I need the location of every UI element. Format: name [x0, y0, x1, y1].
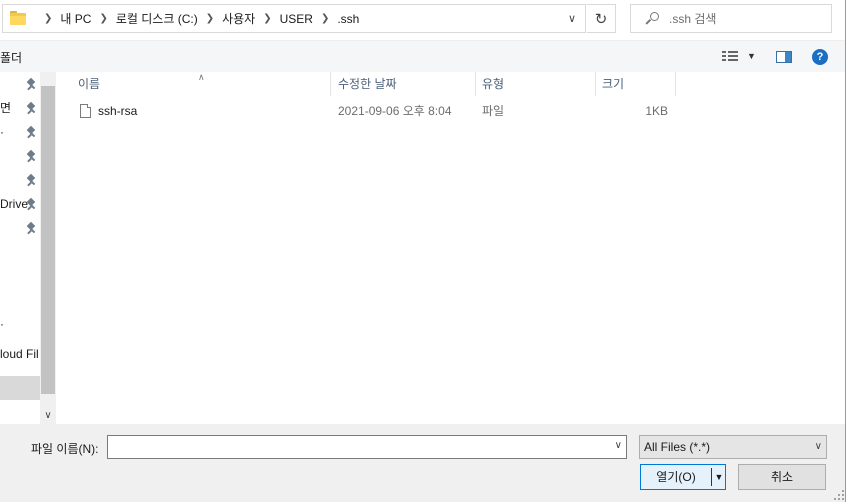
- column-header-modified[interactable]: 수정한 날짜: [332, 72, 476, 96]
- filename-label: 파일 이름(N):: [31, 442, 99, 456]
- chevron-right-icon[interactable]: ❯: [99, 13, 107, 24]
- pin-icon: [26, 221, 36, 235]
- toolbar: 폴더 ▼ ?: [0, 40, 846, 72]
- view-dropdown-icon[interactable]: ▼: [747, 51, 756, 61]
- file-list: 이름 ∧ 수정한 날짜 유형 크기 ssh-rsa 2021-09-06 오후 …: [56, 72, 846, 424]
- help-icon[interactable]: ?: [812, 49, 828, 65]
- file-icon: [80, 104, 91, 118]
- file-modified: 2021-09-06 오후 8:04: [338, 104, 452, 118]
- address-bar[interactable]: ❯ 내 PC ❯ 로컬 디스크 (C:) ❯ 사용자 ❯ USER ❯ .ssh…: [2, 4, 586, 33]
- nav-scrollbar-thumb[interactable]: [41, 86, 55, 394]
- pin-icon: [26, 101, 36, 115]
- file-name: ssh-rsa: [98, 104, 138, 118]
- nav-item-cloud-files[interactable]: loud Fil: [0, 342, 40, 366]
- navigation-pane: 면 · Drive · loud Fil ∨: [0, 72, 56, 424]
- folder-icon: [10, 10, 26, 25]
- pin-icon: [26, 149, 36, 163]
- nav-item[interactable]: ·: [0, 312, 40, 336]
- column-divider[interactable]: [675, 72, 676, 96]
- chevron-right-icon[interactable]: ❯: [206, 13, 214, 24]
- open-dropdown-icon[interactable]: ▼: [712, 465, 726, 489]
- scroll-down-icon[interactable]: ∨: [40, 410, 56, 422]
- file-row[interactable]: ssh-rsa 2021-09-06 오후 8:04 파일 1KB: [56, 100, 846, 122]
- chevron-down-icon[interactable]: ∨: [615, 440, 622, 451]
- pin-icon: [26, 197, 36, 211]
- breadcrumb: ❯ 내 PC ❯ 로컬 디스크 (C:) ❯ 사용자 ❯ USER ❯ .ssh: [36, 10, 359, 27]
- search-icon: [645, 11, 659, 26]
- filename-combobox[interactable]: ∨: [107, 435, 627, 459]
- chevron-right-icon[interactable]: ❯: [321, 13, 329, 24]
- search-input[interactable]: [669, 11, 819, 26]
- nav-selected-highlight[interactable]: [0, 376, 40, 400]
- file-type: 파일: [482, 104, 505, 118]
- address-row: ❯ 내 PC ❯ 로컬 디스크 (C:) ❯ 사용자 ❯ USER ❯ .ssh…: [0, 0, 846, 40]
- open-button-label[interactable]: 열기(O): [641, 465, 711, 489]
- pin-icon: [26, 77, 36, 91]
- open-button[interactable]: 열기(O) ▼: [640, 464, 726, 490]
- new-folder-button[interactable]: 폴더: [0, 49, 22, 66]
- breadcrumb-my-pc[interactable]: 내 PC: [60, 10, 91, 27]
- refresh-icon: ↻: [594, 10, 608, 28]
- nav-scrollbar[interactable]: ∨: [40, 72, 56, 424]
- breadcrumb-user[interactable]: USER: [280, 12, 313, 26]
- column-divider[interactable]: [330, 72, 331, 96]
- view-options-icon[interactable]: [722, 50, 740, 64]
- file-size: 1KB: [645, 104, 668, 118]
- resize-grip-icon[interactable]: [832, 488, 844, 500]
- sort-ascending-icon: ∧: [198, 72, 205, 82]
- chevron-right-icon[interactable]: ❯: [263, 13, 271, 24]
- dialog-footer: 파일 이름(N): ∨ All Files (*.*) ∨ 열기(O) ▼ 취소: [0, 424, 846, 502]
- breadcrumb-local-disk[interactable]: 로컬 디스크 (C:): [116, 10, 198, 27]
- filename-input[interactable]: [108, 436, 598, 458]
- preview-pane-icon[interactable]: [776, 51, 792, 63]
- search-box[interactable]: [630, 4, 832, 33]
- column-header-size[interactable]: 크기: [596, 72, 676, 96]
- pin-icon: [26, 173, 36, 187]
- column-header-type[interactable]: 유형: [476, 72, 596, 96]
- file-type-select[interactable]: All Files (*.*) ∨: [639, 435, 827, 459]
- breadcrumb-ssh[interactable]: .ssh: [337, 12, 359, 26]
- cancel-button[interactable]: 취소: [738, 464, 826, 490]
- chevron-right-icon[interactable]: ❯: [44, 13, 52, 24]
- chevron-down-icon[interactable]: ∨: [565, 12, 579, 26]
- pin-icon: [26, 125, 36, 139]
- refresh-button[interactable]: ↻: [587, 4, 616, 33]
- breadcrumb-users[interactable]: 사용자: [222, 10, 255, 27]
- chevron-down-icon[interactable]: ∨: [815, 436, 822, 458]
- file-type-value: All Files (*.*): [644, 440, 711, 454]
